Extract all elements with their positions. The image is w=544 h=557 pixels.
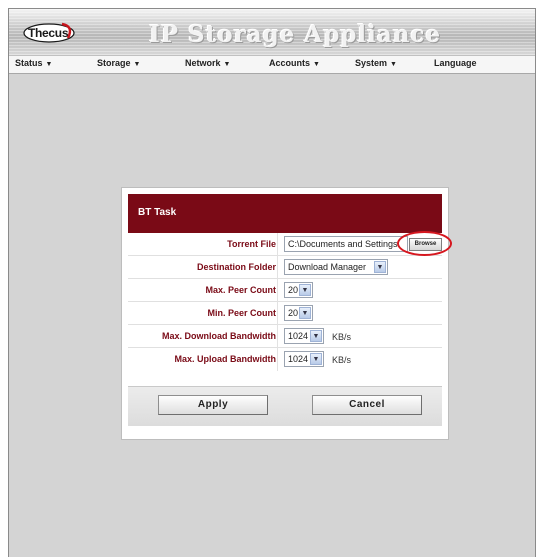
menu-accounts[interactable]: Accounts ▼ bbox=[269, 58, 320, 68]
max-upload-bandwidth-label: Max. Upload Bandwidth bbox=[174, 354, 276, 364]
row-divider bbox=[277, 302, 278, 325]
menu-status[interactable]: Status ▼ bbox=[15, 58, 52, 68]
min-peer-count-select[interactable]: 20 ▼ bbox=[284, 305, 313, 321]
max-download-bandwidth-select[interactable]: 1024 ▼ bbox=[284, 328, 324, 344]
row-max-peer-count: Max. Peer Count 20 ▼ bbox=[128, 279, 442, 302]
app-window: Thecus IP Storage Appliance Status ▼ Stor… bbox=[8, 8, 536, 557]
row-max-upload-bandwidth: Max. Upload Bandwidth 1024 ▼ KB/s bbox=[128, 348, 442, 371]
min-peer-count-value: 20 bbox=[288, 308, 299, 318]
row-divider bbox=[277, 325, 278, 348]
max-peer-count-value: 20 bbox=[288, 285, 299, 295]
row-divider bbox=[277, 279, 278, 302]
triangle-down-icon: ▼ bbox=[313, 61, 320, 68]
destination-folder-value: Download Manager bbox=[288, 262, 367, 272]
header-banner: Thecus IP Storage Appliance bbox=[9, 9, 535, 55]
max-download-bandwidth-value: 1024 bbox=[288, 331, 309, 341]
dialog-button-bar: Apply Cancel bbox=[128, 386, 442, 426]
torrent-file-label: Torrent File bbox=[227, 239, 276, 249]
torrent-file-input[interactable]: C:\Documents and Settings bbox=[284, 236, 408, 252]
highlight-annotation-ring bbox=[397, 231, 452, 256]
logo-text: Thecus bbox=[28, 26, 69, 40]
menu-label: Network bbox=[185, 58, 221, 68]
chevron-down-icon: ▼ bbox=[310, 330, 322, 342]
destination-folder-select[interactable]: Download Manager ▼ bbox=[284, 259, 388, 275]
menu-label: Status bbox=[15, 58, 43, 68]
row-divider bbox=[277, 233, 278, 256]
min-peer-count-label: Min. Peer Count bbox=[207, 308, 276, 318]
destination-folder-label: Destination Folder bbox=[196, 262, 276, 272]
max-upload-bandwidth-value: 1024 bbox=[288, 354, 309, 364]
menu-network[interactable]: Network ▼ bbox=[185, 58, 230, 68]
app-title: IP Storage Appliance bbox=[149, 21, 442, 48]
menu-system[interactable]: System ▼ bbox=[355, 58, 397, 68]
row-torrent-file: Torrent File C:\Documents and Settings B… bbox=[128, 231, 452, 256]
row-min-peer-count: Min. Peer Count 20 ▼ bbox=[128, 302, 442, 325]
max-download-bandwidth-label: Max. Download Bandwidth bbox=[162, 331, 276, 341]
chevron-down-icon: ▼ bbox=[374, 261, 386, 273]
max-peer-count-label: Max. Peer Count bbox=[205, 285, 276, 295]
row-max-download-bandwidth: Max. Download Bandwidth 1024 ▼ KB/s bbox=[128, 325, 442, 348]
row-divider bbox=[277, 256, 278, 279]
triangle-down-icon: ▼ bbox=[390, 61, 397, 68]
menu-label: System bbox=[355, 58, 388, 68]
triangle-down-icon: ▼ bbox=[45, 61, 53, 68]
thecus-logo: Thecus bbox=[22, 20, 76, 44]
chevron-down-icon: ▼ bbox=[299, 307, 311, 319]
row-divider bbox=[277, 348, 278, 371]
menu-label: Accounts bbox=[269, 58, 311, 68]
triangle-down-icon: ▼ bbox=[223, 61, 231, 68]
main-menu-bar: Status ▼ Storage ▼ Network ▼ Accounts ▼ Syst… bbox=[9, 55, 535, 74]
download-unit-label: KB/s bbox=[332, 332, 352, 342]
max-peer-count-select[interactable]: 20 ▼ bbox=[284, 282, 313, 298]
apply-button[interactable]: Apply bbox=[158, 395, 268, 415]
menu-label: Storage bbox=[97, 58, 131, 68]
chevron-down-icon: ▼ bbox=[310, 353, 322, 365]
row-destination-folder: Destination Folder Download Manager ▼ bbox=[128, 256, 442, 279]
dialog-title: BT Task bbox=[128, 194, 442, 233]
menu-label: Language bbox=[434, 58, 477, 68]
bt-task-dialog: BT Task Torrent File C:\Documents and Se… bbox=[121, 187, 452, 440]
chevron-down-icon: ▼ bbox=[299, 284, 311, 296]
cancel-button[interactable]: Cancel bbox=[312, 395, 422, 415]
triangle-down-icon: ▼ bbox=[133, 61, 141, 68]
menu-storage[interactable]: Storage ▼ bbox=[97, 58, 140, 68]
upload-unit-label: KB/s bbox=[332, 355, 352, 365]
max-upload-bandwidth-select[interactable]: 1024 ▼ bbox=[284, 351, 324, 367]
menu-language[interactable]: Language bbox=[434, 58, 477, 68]
